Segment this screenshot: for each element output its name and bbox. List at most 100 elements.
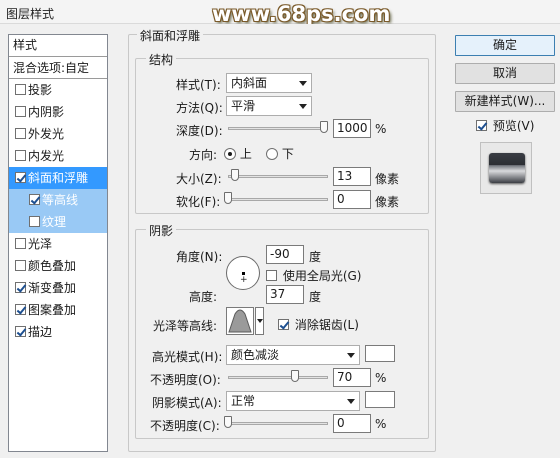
watermark-text: www.68ps.com	[212, 2, 391, 26]
soften-slider-track[interactable]	[228, 198, 328, 201]
gloss-contour-dropdown[interactable]	[255, 307, 264, 335]
bevel-emboss-title: 斜面和浮雕	[137, 27, 204, 44]
checkbox-icon[interactable]	[15, 84, 26, 95]
checkbox-checked-icon[interactable]	[278, 319, 289, 330]
style-preview-thumbnail	[480, 142, 532, 194]
shadow-mode-select[interactable]: 正常	[226, 391, 360, 411]
style-item-bevel-emboss[interactable]: 斜面和浮雕	[9, 167, 107, 189]
chevron-down-icon	[299, 104, 307, 109]
soften-input[interactable]: 0	[333, 190, 371, 209]
soften-unit: 像素	[375, 195, 400, 209]
style-select[interactable]: 内斜面	[226, 73, 312, 93]
technique-select-value: 平滑	[231, 99, 256, 113]
angle-input[interactable]: -90	[266, 245, 304, 264]
depth-slider-track[interactable]	[228, 127, 328, 130]
depth-unit: %	[375, 122, 387, 136]
layer-style-dialog: 样式 混合选项:自定 投影 内阴影 外发光 内发光 斜面和浮雕 等高线 纹理 光…	[0, 24, 560, 458]
depth-label: 深度(D):	[176, 124, 223, 138]
highlight-mode-value: 颜色减淡	[231, 348, 280, 362]
checkbox-checked-icon[interactable]	[15, 326, 26, 337]
style-item-satin[interactable]: 光泽	[9, 233, 107, 255]
direction-up-option[interactable]: 上	[224, 145, 252, 162]
chevron-down-icon	[347, 353, 355, 358]
shadow-mode-label: 阴影模式(A):	[152, 396, 222, 410]
gloss-contour-label: 光泽等高线:	[153, 319, 218, 333]
size-input[interactable]: 13	[333, 167, 371, 186]
style-item-pattern-overlay[interactable]: 图案叠加	[9, 299, 107, 321]
angle-dial[interactable]: +	[226, 256, 260, 290]
style-item-inner-shadow[interactable]: 内阴影	[9, 101, 107, 123]
shadow-opacity-unit: %	[375, 417, 387, 431]
depth-slider-thumb[interactable]	[320, 121, 328, 133]
checkbox-icon[interactable]	[15, 150, 26, 161]
preview-option[interactable]: 预览(V)	[476, 117, 534, 134]
checkbox-checked-icon[interactable]	[15, 282, 26, 293]
shadow-opacity-input[interactable]: 0	[333, 414, 371, 433]
chevron-down-icon	[347, 399, 355, 404]
size-slider-thumb[interactable]	[231, 169, 239, 181]
shadow-mode-value: 正常	[231, 394, 256, 408]
checkbox-icon[interactable]	[15, 238, 26, 249]
style-item-texture[interactable]: 纹理	[9, 211, 107, 233]
preview-image	[489, 153, 525, 183]
blending-options-item[interactable]: 混合选项:自定	[9, 57, 107, 79]
shadow-color-swatch[interactable]	[365, 391, 395, 408]
depth-input[interactable]: 1000	[333, 119, 371, 138]
checkbox-icon[interactable]	[15, 106, 26, 117]
direction-down-option[interactable]: 下	[266, 145, 294, 162]
style-item-inner-glow[interactable]: 内发光	[9, 145, 107, 167]
technique-select[interactable]: 平滑	[226, 96, 312, 116]
title-bar: 图层样式 www.68ps.com	[0, 0, 560, 26]
cancel-button[interactable]: 取消	[455, 63, 555, 84]
angle-label: 角度(N):	[176, 250, 223, 264]
highlight-color-swatch[interactable]	[365, 345, 395, 362]
style-item-drop-shadow[interactable]: 投影	[9, 79, 107, 101]
chevron-down-icon	[257, 319, 263, 323]
shadow-opacity-slider-thumb[interactable]	[224, 416, 232, 428]
highlight-opacity-label: 不透明度(O):	[150, 373, 221, 387]
gloss-contour-preview[interactable]	[226, 307, 254, 335]
anti-alias-option[interactable]: 消除锯齿(L)	[278, 316, 359, 333]
structure-title: 结构	[146, 51, 177, 68]
angle-unit: 度	[309, 250, 322, 264]
radio-selected-icon[interactable]	[224, 148, 236, 160]
radio-icon[interactable]	[266, 148, 278, 160]
checkbox-icon[interactable]	[266, 270, 277, 281]
style-item-contour[interactable]: 等高线	[9, 189, 107, 211]
checkbox-checked-icon[interactable]	[15, 304, 26, 315]
checkbox-checked-icon[interactable]	[29, 194, 40, 205]
checkbox-icon[interactable]	[15, 128, 26, 139]
technique-label: 方法(Q):	[176, 101, 223, 115]
shading-title: 阴影	[146, 222, 177, 239]
altitude-label: 高度:	[189, 290, 218, 304]
highlight-opacity-input[interactable]: 70	[333, 368, 371, 387]
size-label: 大小(Z):	[176, 172, 222, 186]
gloss-contour-curve	[228, 309, 252, 333]
checkbox-checked-icon[interactable]	[476, 120, 487, 131]
direction-label: 方向:	[189, 148, 218, 162]
highlight-opacity-unit: %	[375, 371, 387, 385]
altitude-input[interactable]: 37	[266, 285, 304, 304]
soften-label: 软化(F):	[176, 195, 221, 209]
chevron-down-icon	[299, 81, 307, 86]
checkbox-checked-icon[interactable]	[15, 172, 26, 183]
checkbox-icon[interactable]	[29, 216, 40, 227]
highlight-mode-label: 高光模式(H):	[152, 350, 223, 364]
ok-button[interactable]: 确定	[455, 35, 555, 56]
highlight-opacity-slider-thumb[interactable]	[291, 370, 299, 382]
soften-slider-thumb[interactable]	[224, 192, 232, 204]
shadow-opacity-slider-track[interactable]	[228, 422, 328, 425]
style-select-value: 内斜面	[231, 76, 268, 90]
style-item-color-overlay[interactable]: 颜色叠加	[9, 255, 107, 277]
highlight-opacity-slider-track[interactable]	[228, 376, 328, 379]
styles-header[interactable]: 样式	[9, 35, 107, 57]
global-light-option[interactable]: 使用全局光(G)	[266, 267, 362, 284]
size-slider-track[interactable]	[228, 175, 328, 178]
style-item-gradient-overlay[interactable]: 渐变叠加	[9, 277, 107, 299]
highlight-mode-select[interactable]: 颜色减淡	[226, 345, 360, 365]
checkbox-icon[interactable]	[15, 260, 26, 271]
crosshair-icon: +	[240, 275, 248, 285]
style-item-stroke[interactable]: 描边	[9, 321, 107, 343]
style-item-outer-glow[interactable]: 外发光	[9, 123, 107, 145]
new-style-button[interactable]: 新建样式(W)...	[455, 91, 555, 112]
